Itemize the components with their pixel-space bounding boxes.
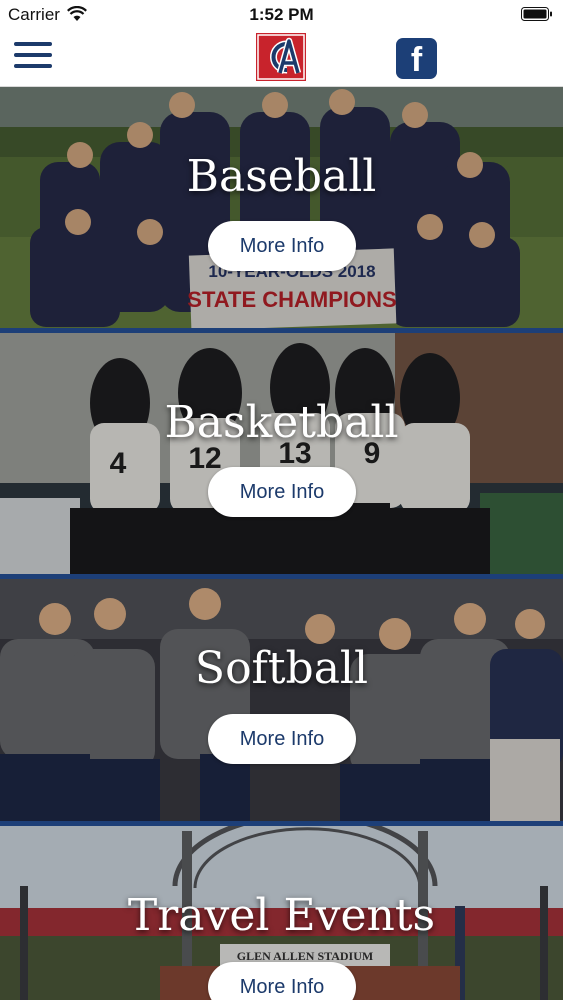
tile-title-basketball: Basketball (164, 397, 399, 448)
tile-basketball[interactable]: 4 12 13 9 Basketball More Info (0, 333, 563, 574)
nav-bar: f (0, 30, 563, 87)
clock: 1:52 PM (249, 5, 314, 24)
tile-baseball[interactable]: 10-YEAR-OLDS 2018 STATE CHAMPIONS Baseba… (0, 87, 563, 328)
battery-icon (521, 7, 552, 21)
baseball-team-photo: 10-YEAR-OLDS 2018 STATE CHAMPIONS (0, 87, 563, 328)
tile-title-baseball: Baseball (186, 151, 377, 202)
tile-softball[interactable]: Softball More Info (0, 579, 563, 821)
softball-team-photo (0, 579, 563, 821)
status-bar: Carrier 1:52 PM (0, 0, 563, 30)
hamburger-menu-icon[interactable] (14, 42, 52, 72)
basketball-team-photo: 4 12 13 9 (0, 333, 563, 574)
tile-title-softball: Softball (194, 643, 369, 694)
facebook-icon[interactable]: f (396, 38, 437, 79)
glen-allen-logo[interactable] (256, 33, 306, 81)
tile-title-travel-events: Travel Events (127, 890, 436, 941)
more-info-button-travel-events[interactable]: More Info (208, 962, 356, 1000)
more-info-button-baseball[interactable]: More Info (208, 221, 356, 271)
tile-travel-events[interactable]: GLEN ALLEN STADIUM Travel Events More In… (0, 826, 563, 1000)
more-info-button-basketball[interactable]: More Info (208, 467, 356, 517)
more-info-button-softball[interactable]: More Info (208, 714, 356, 764)
